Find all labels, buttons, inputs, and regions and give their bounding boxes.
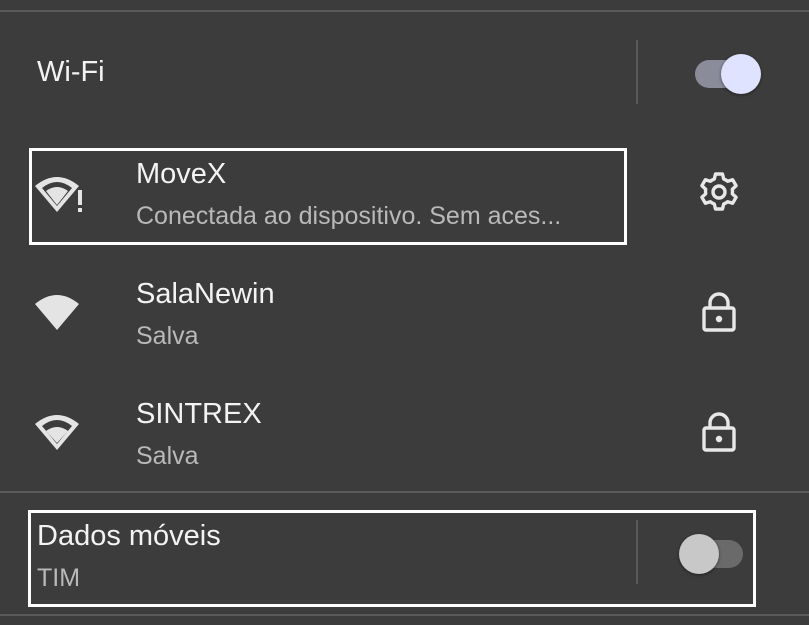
network-status-salanewin: Salva — [136, 322, 199, 350]
network-row-sintrex[interactable]: SINTREX Salva — [0, 372, 809, 492]
wifi-title: Wi-Fi — [37, 56, 105, 88]
network-name-sintrex: SINTREX — [136, 398, 262, 430]
wifi-toggle-thumb — [721, 54, 761, 94]
wifi-vertical-divider — [636, 40, 638, 104]
bottom-divider — [0, 614, 809, 616]
wifi-full-icon — [35, 295, 79, 330]
gear-icon[interactable] — [697, 170, 741, 214]
wifi-toggle[interactable] — [695, 52, 763, 96]
section-divider — [0, 491, 809, 493]
wifi-partial-icon — [35, 415, 79, 450]
network-row-salanewin[interactable]: SalaNewin Salva — [0, 254, 809, 374]
lock-icon — [702, 412, 736, 452]
network-name-salanewin: SalaNewin — [136, 278, 275, 310]
movex-highlight-box — [29, 148, 627, 245]
mobile-data-highlight-box — [28, 510, 756, 607]
network-status-sintrex: Salva — [136, 442, 199, 470]
wifi-header-row[interactable]: Wi-Fi — [0, 12, 809, 132]
lock-icon — [702, 292, 736, 332]
internet-panel: Wi-Fi MoveX Conectada ao dispositivo. Se… — [0, 0, 809, 625]
